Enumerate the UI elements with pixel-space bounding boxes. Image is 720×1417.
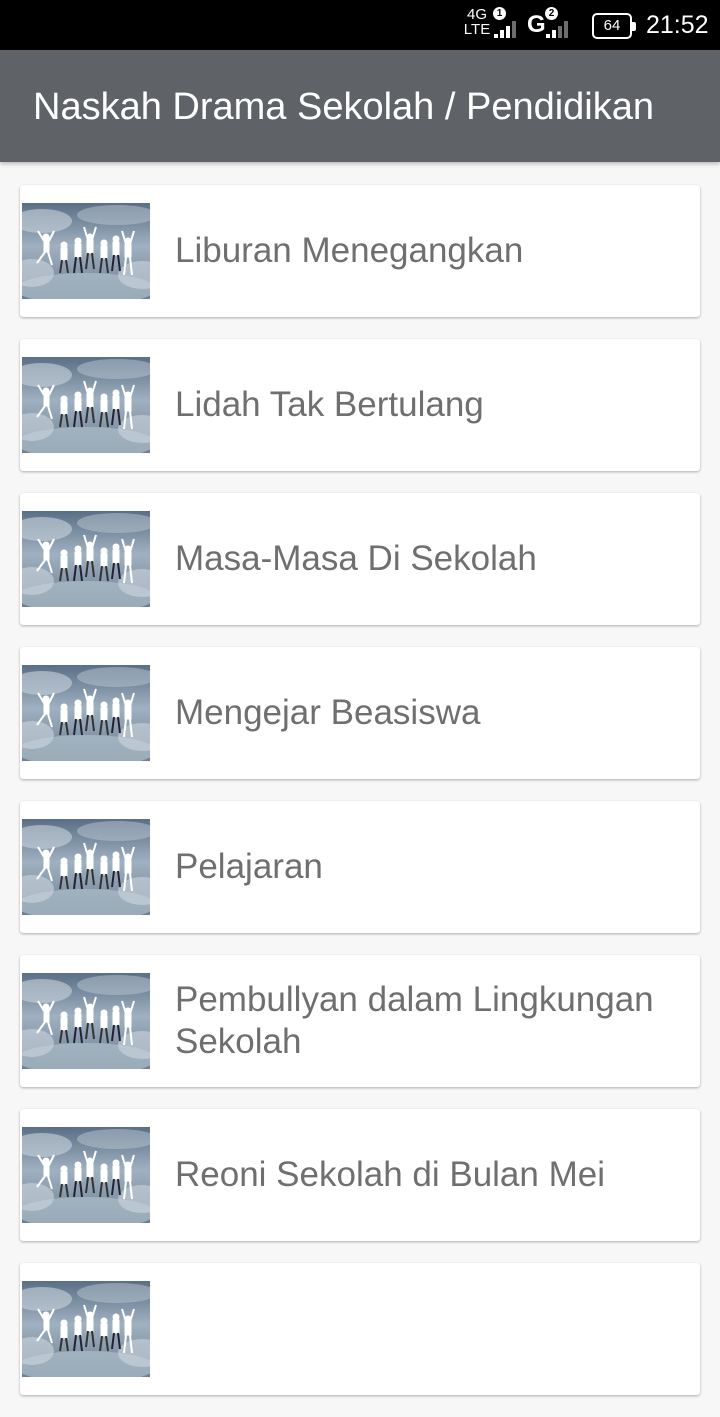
- page-title: Naskah Drama Sekolah / Pendidikan: [33, 86, 655, 128]
- list-item[interactable]: Pembullyan dalam Lingkungan Sekolah: [20, 955, 700, 1087]
- list-item[interactable]: Liburan Menegangkan: [20, 185, 700, 317]
- status-bar: 4G LTE 1 G 2 64 21:52: [0, 0, 720, 50]
- network-lte-label: LTE: [463, 21, 491, 38]
- list-item-title: [175, 1263, 685, 1395]
- list-item[interactable]: Lidah Tak Bertulang: [20, 339, 700, 471]
- list-item[interactable]: Reoni Sekolah di Bulan Mei: [20, 1109, 700, 1241]
- group-photo-thumbnail: [22, 665, 150, 761]
- network-type-sim2: G: [527, 11, 546, 38]
- drama-list[interactable]: Liburan Menegangkan Lidah Tak Bertulang: [20, 185, 700, 1417]
- list-item[interactable]: Masa-Masa Di Sekolah: [20, 493, 700, 625]
- sim1-badge: 1: [493, 7, 506, 20]
- group-photo-thumbnail: [22, 357, 150, 453]
- network-4g-label: 4G: [466, 6, 487, 23]
- group-photo-thumbnail: [22, 511, 150, 607]
- group-photo-thumbnail: [22, 1127, 150, 1223]
- clock: 21:52: [646, 11, 709, 39]
- network-type-sim1: 4G LTE: [462, 7, 492, 37]
- list-item-title: Mengejar Beasiswa: [175, 693, 481, 732]
- list-item-title: Pelajaran: [175, 847, 323, 886]
- list-item-title: Liburan Menegangkan: [175, 231, 524, 270]
- battery-level: 64: [603, 17, 621, 34]
- group-photo-thumbnail: [22, 973, 150, 1069]
- list-item-title: Masa-Masa Di Sekolah: [175, 539, 537, 578]
- group-photo-thumbnail: [22, 203, 150, 299]
- battery-icon: 64: [592, 13, 636, 39]
- list-item[interactable]: Mengejar Beasiswa: [20, 647, 700, 779]
- list-item-title: Reoni Sekolah di Bulan Mei: [175, 1155, 605, 1194]
- list-item[interactable]: Pelajaran: [20, 801, 700, 933]
- sim2-badge: 2: [545, 7, 558, 20]
- list-item-title: Pembullyan dalam Lingkungan Sekolah: [175, 980, 654, 1061]
- group-photo-thumbnail: [22, 1281, 150, 1377]
- list-item[interactable]: [20, 1263, 700, 1395]
- group-photo-thumbnail: [22, 819, 150, 915]
- app-bar: Naskah Drama Sekolah / Pendidikan: [0, 50, 720, 162]
- list-item-title: Lidah Tak Bertulang: [175, 385, 484, 424]
